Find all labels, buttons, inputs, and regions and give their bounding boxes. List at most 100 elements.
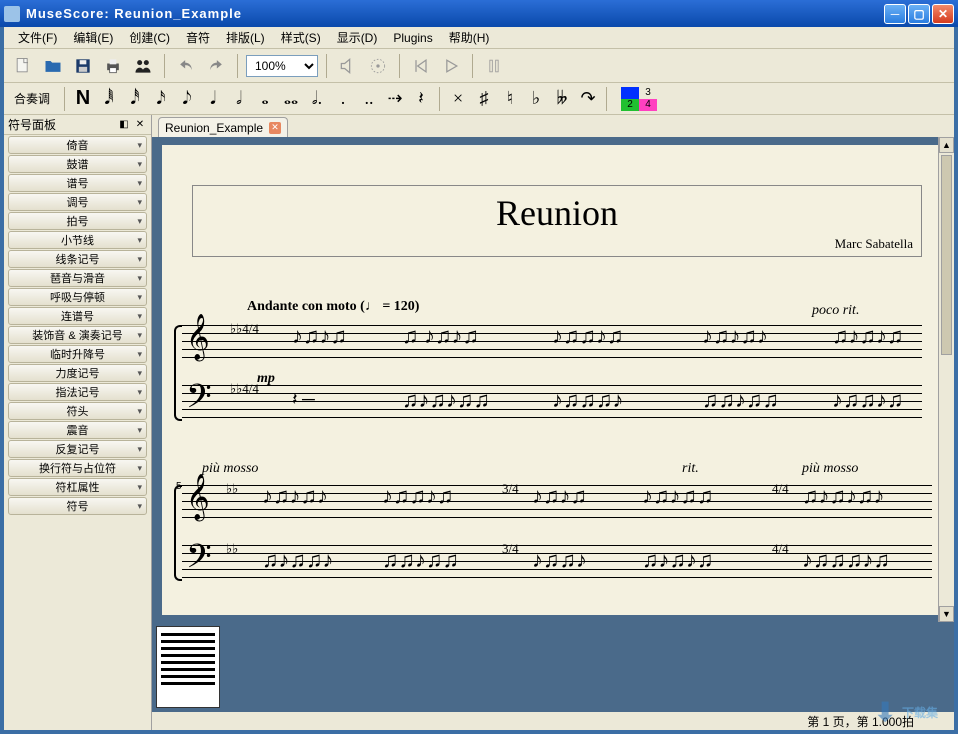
sound-button[interactable] [335, 53, 361, 79]
close-button[interactable]: ✕ [932, 4, 954, 24]
duration-32nd[interactable]: 𝅘𝅥𝅰 [123, 86, 147, 112]
metronome-button[interactable] [365, 53, 391, 79]
double-flat-button[interactable]: 𝄫 [550, 86, 574, 112]
score-composer[interactable]: Marc Sabatella [835, 236, 913, 252]
palette-item-4[interactable]: 拍号 [8, 212, 147, 230]
duration-whole[interactable]: 𝅝 [253, 86, 277, 112]
duration-breve[interactable]: 𝅝𝅝 [279, 86, 303, 112]
duration-8th[interactable]: 𝅘𝅥𝅮 [175, 86, 199, 112]
palette-item-2[interactable]: 谱号 [8, 174, 147, 192]
score-title[interactable]: Reunion [193, 186, 921, 234]
menu-file[interactable]: 文件(F) [10, 27, 65, 48]
voice-2-button[interactable]: 2 [621, 99, 639, 111]
palette-item-6[interactable]: 线条记号 [8, 250, 147, 268]
note-toolbar: 合奏调 N 𝅘𝅥𝅱 𝅘𝅥𝅰 𝅘𝅥𝅯 𝅘𝅥𝅮 𝅘𝅥 𝅗𝅥 𝅝 𝅝𝅝 𝅗𝅥. . .… [4, 83, 954, 115]
redo-button[interactable] [203, 53, 229, 79]
palette-close-button[interactable]: ✕ [133, 118, 147, 132]
menu-style[interactable]: 样式(S) [273, 27, 329, 48]
sharp-button[interactable]: ♯ [472, 86, 496, 112]
scroll-up-button[interactable]: ▲ [939, 137, 954, 153]
tempo-marking[interactable]: Andante con moto (♩ = 120) [247, 299, 419, 315]
duration-dotted-half[interactable]: 𝅗𝅥. [305, 86, 329, 112]
titlebar: MuseScore: Reunion_Example ─ ▢ ✕ [0, 0, 958, 27]
voice-3-button[interactable]: 3 [639, 87, 657, 99]
navigator-page-1[interactable] [156, 626, 220, 708]
flat-button[interactable]: ♭ [524, 86, 548, 112]
zoom-select[interactable]: 100% [246, 55, 318, 77]
open-button[interactable] [40, 53, 66, 79]
voice-selector: 3 2 4 [621, 87, 657, 111]
tab-reunion-example[interactable]: Reunion_Example ✕ [158, 117, 288, 137]
dot-button[interactable]: . [331, 86, 355, 112]
duration-16th[interactable]: 𝅘𝅥𝅯 [149, 86, 173, 112]
community-button[interactable] [130, 53, 156, 79]
new-button[interactable] [10, 53, 36, 79]
palette-item-16[interactable]: 反复记号 [8, 440, 147, 458]
palette-item-12[interactable]: 力度记号 [8, 364, 147, 382]
voice-4-button[interactable]: 4 [639, 99, 657, 111]
maximize-button[interactable]: ▢ [908, 4, 930, 24]
menu-create[interactable]: 创建(C) [121, 27, 178, 48]
scroll-thumb[interactable] [941, 155, 952, 355]
rest-button[interactable]: 𝄽 [409, 86, 433, 112]
window-title: MuseScore: Reunion_Example [26, 6, 882, 21]
flip-button[interactable]: ↷ [576, 86, 600, 112]
palette-item-19[interactable]: 符号 [8, 497, 147, 515]
menu-edit[interactable]: 编辑(E) [65, 27, 121, 48]
note-input-button[interactable]: N [71, 86, 95, 112]
app-icon [4, 6, 20, 22]
palette-item-10[interactable]: 装饰音 & 演奏记号 [8, 326, 147, 344]
score-page: Reunion Marc Sabatella Andante con moto … [162, 145, 954, 615]
palette-item-7[interactable]: 琶音与滑音 [8, 269, 147, 287]
save-button[interactable] [70, 53, 96, 79]
undo-button[interactable] [173, 53, 199, 79]
tie-button[interactable]: ⇢ [383, 86, 407, 112]
palette-item-13[interactable]: 指法记号 [8, 383, 147, 401]
palette-item-18[interactable]: 符杠属性 [8, 478, 147, 496]
palette-item-1[interactable]: 鼓谱 [8, 155, 147, 173]
palette-item-14[interactable]: 符头 [8, 402, 147, 420]
duration-64th[interactable]: 𝅘𝅥𝅱 [97, 86, 121, 112]
palette-panel: 符号面板 ◧ ✕ 倚音鼓谱谱号调号拍号小节线线条记号琶音与滑音呼吸与停顿连谱号装… [4, 115, 152, 730]
natural-button[interactable]: ♮ [498, 86, 522, 112]
palette-item-15[interactable]: 震音 [8, 421, 147, 439]
palette-item-3[interactable]: 调号 [8, 193, 147, 211]
minimize-button[interactable]: ─ [884, 4, 906, 24]
status-text: 第 1 页，第 1.000拍 [807, 713, 914, 730]
palette-item-17[interactable]: 换行符与占位符 [8, 459, 147, 477]
play-button[interactable] [438, 53, 464, 79]
main-toolbar: 100% [4, 49, 954, 83]
menu-display[interactable]: 显示(D) [329, 27, 386, 48]
score-view[interactable]: Reunion Marc Sabatella Andante con moto … [152, 137, 954, 622]
tabbar: Reunion_Example ✕ [152, 115, 954, 137]
menu-plugins[interactable]: Plugins [385, 29, 440, 47]
statusbar: 第 1 页，第 1.000拍 [152, 712, 954, 730]
palette-item-11[interactable]: 临时升降号 [8, 345, 147, 363]
menu-notes[interactable]: 音符 [178, 27, 218, 48]
navigator-panel[interactable] [152, 622, 954, 712]
palette-item-9[interactable]: 连谱号 [8, 307, 147, 325]
loop-button[interactable] [481, 53, 507, 79]
palette-item-0[interactable]: 倚音 [8, 136, 147, 154]
vertical-scrollbar[interactable]: ▲ ▼ [938, 137, 954, 622]
palette-item-8[interactable]: 呼吸与停顿 [8, 288, 147, 306]
double-sharp-button[interactable]: × [446, 86, 470, 112]
palette-undock-button[interactable]: ◧ [117, 118, 131, 132]
menu-help[interactable]: 帮助(H) [441, 27, 498, 48]
voice-1-button[interactable] [621, 87, 639, 99]
rewind-button[interactable] [408, 53, 434, 79]
menu-layout[interactable]: 排版(L) [218, 27, 273, 48]
duration-quarter[interactable]: 𝅘𝅥 [201, 86, 225, 112]
duration-half[interactable]: 𝅗𝅥 [227, 86, 251, 112]
title-frame[interactable]: Reunion Marc Sabatella [192, 185, 922, 257]
tab-close-button[interactable]: ✕ [269, 122, 281, 134]
palette-item-5[interactable]: 小节线 [8, 231, 147, 249]
palette-title: 符号面板 [8, 116, 115, 133]
print-button[interactable] [100, 53, 126, 79]
menubar: 文件(F) 编辑(E) 创建(C) 音符 排版(L) 样式(S) 显示(D) P… [4, 27, 954, 49]
scroll-down-button[interactable]: ▼ [939, 606, 954, 622]
tab-label: Reunion_Example [165, 121, 263, 135]
double-dot-button[interactable]: .. [357, 86, 381, 112]
concert-pitch-label[interactable]: 合奏调 [12, 90, 58, 107]
dynamic-mp[interactable]: mp [257, 371, 275, 387]
